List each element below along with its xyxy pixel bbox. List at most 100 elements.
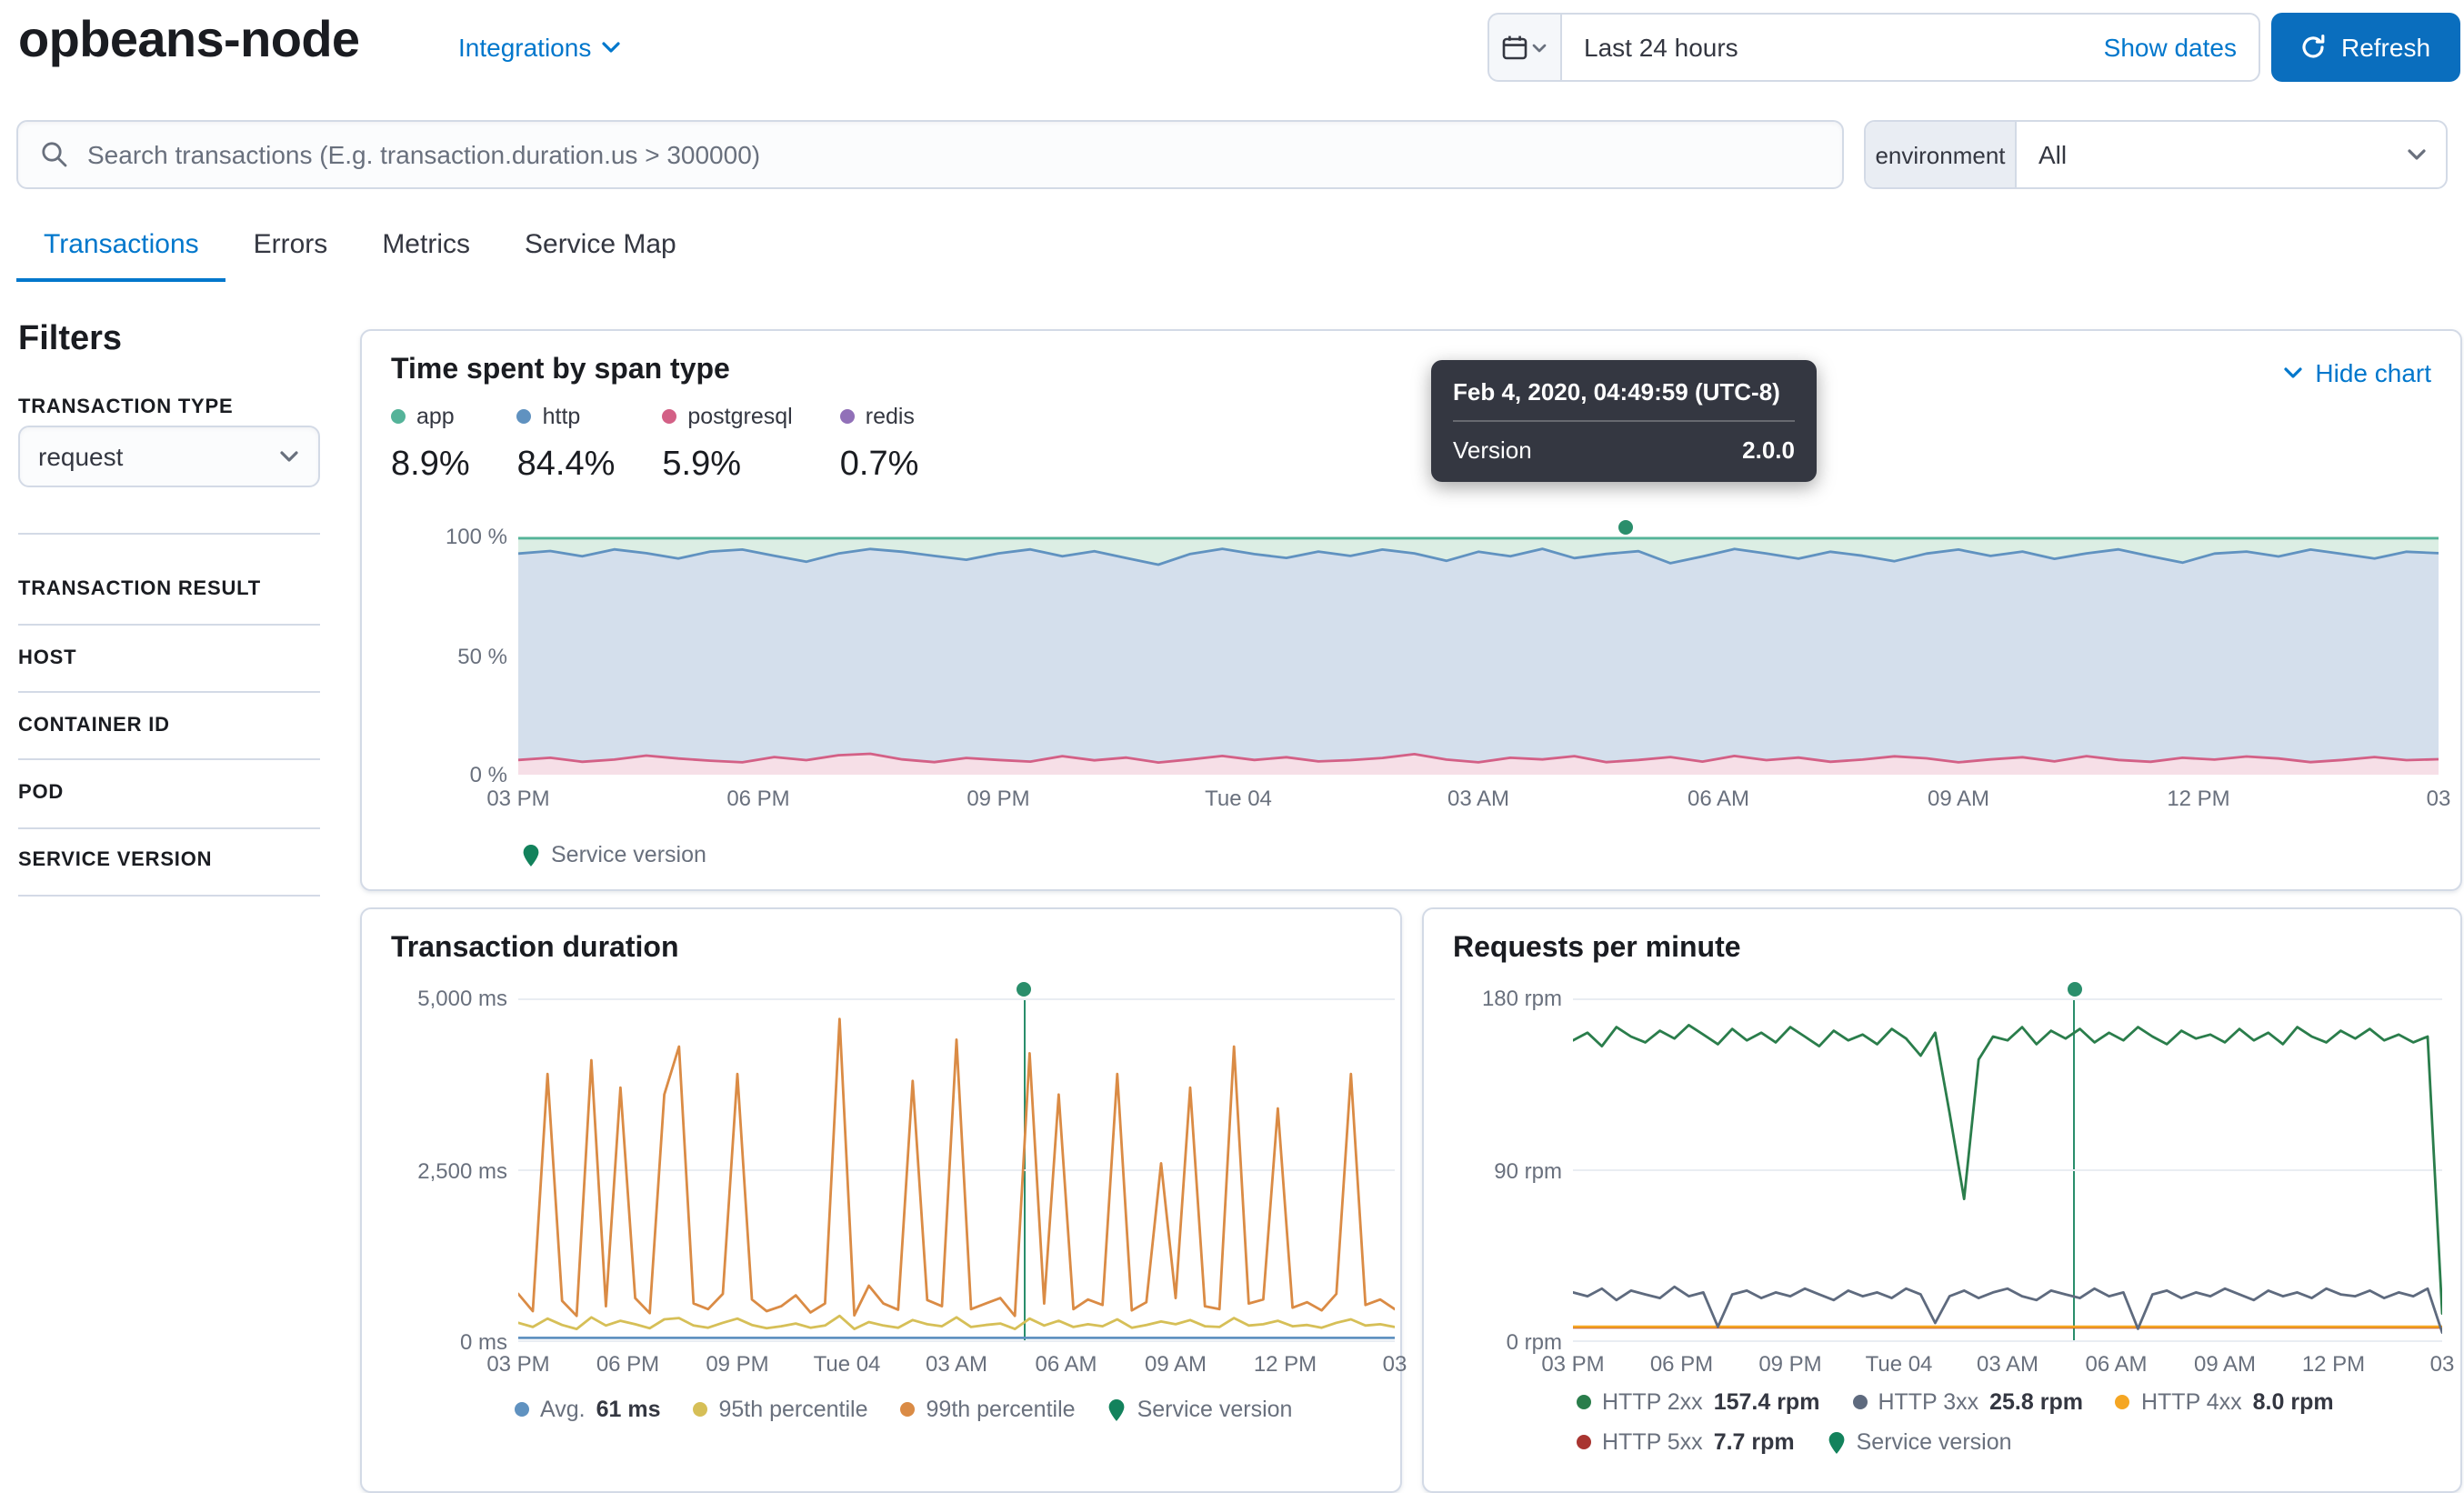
avg-dot bbox=[515, 1402, 529, 1417]
legend-http-2xx[interactable]: HTTP 2xx 157.4 rpm bbox=[1577, 1389, 1819, 1415]
filter-section-service-version[interactable]: SERVICE VERSION bbox=[18, 849, 212, 871]
legend-http-4xx[interactable]: HTTP 4xx 8.0 rpm bbox=[2115, 1389, 2334, 1415]
service-tabs: Transactions Errors Metrics Service Map bbox=[16, 218, 704, 282]
span-type-legend: app 8.9% http 84.4% postgresql 5.9% redi… bbox=[391, 404, 918, 486]
x-tick: Tue 04 bbox=[1865, 1351, 1933, 1377]
x-tick: 09 AM bbox=[1927, 786, 1990, 811]
x-tick: 09 PM bbox=[706, 1351, 769, 1377]
search-input[interactable] bbox=[84, 138, 1842, 171]
duration-legend: Avg. 61 ms 95th percentile 99th percentil… bbox=[515, 1397, 1292, 1422]
legend-service-version[interactable]: Service version bbox=[1828, 1429, 2012, 1455]
p95-dot bbox=[693, 1402, 708, 1417]
date-picker: Last 24 hours Show dates Refresh bbox=[1487, 13, 2460, 82]
x-tick: 06 PM bbox=[596, 1351, 660, 1377]
search-input-wrapper bbox=[16, 120, 1844, 189]
tab-service-map[interactable]: Service Map bbox=[497, 218, 704, 282]
x-tick: 03 PM bbox=[486, 1351, 550, 1377]
x-axis-labels: 03 PM 06 PM 09 PM Tue 04 03 AM 06 AM 09 AM 12 P… bbox=[486, 786, 2450, 815]
legend-95th-percentile[interactable]: 95th percentile bbox=[693, 1397, 868, 1422]
environment-select[interactable]: All bbox=[2017, 122, 2446, 187]
integrations-label: Integrations bbox=[458, 33, 592, 62]
postgresql-dot bbox=[662, 409, 677, 424]
legend-app[interactable]: app 8.9% bbox=[391, 404, 470, 486]
y-axis-labels: 100 % 50 % 0 % bbox=[376, 524, 507, 787]
date-range-field[interactable]: Last 24 hours Show dates bbox=[1560, 13, 2260, 82]
requests-per-minute-panel: Requests per minute 180 rpm 90 rpm 0 rpm 0… bbox=[1422, 907, 2462, 1493]
x-tick: 06 PM bbox=[1649, 1351, 1714, 1377]
x-tick: 03 PM bbox=[1541, 1351, 1605, 1377]
filters-sidebar: Filters TRANSACTION TYPE request TRANSAC… bbox=[18, 320, 320, 920]
tooltip-timestamp: Feb 4, 2020, 04:49:59 (UTC-8) bbox=[1453, 378, 1780, 406]
tab-metrics[interactable]: Metrics bbox=[355, 218, 497, 282]
http-5xx-value: 7.7 rpm bbox=[1713, 1429, 1795, 1455]
http-percentage: 84.4% bbox=[516, 446, 616, 484]
x-tick: 09 AM bbox=[2193, 1351, 2257, 1377]
app-percentage: 8.9% bbox=[391, 446, 470, 484]
x-tick: 06 AM bbox=[2085, 1351, 2148, 1377]
avg-value: 61 ms bbox=[596, 1397, 661, 1422]
x-tick: 09 PM bbox=[967, 786, 1030, 811]
filter-section-host[interactable]: HOST bbox=[18, 647, 76, 669]
divider bbox=[18, 827, 320, 829]
app-dot bbox=[391, 409, 406, 424]
transaction-duration-panel: Transaction duration 5,000 ms 2,500 ms 0 m… bbox=[360, 907, 1407, 1493]
y-tick: 5,000 ms bbox=[417, 986, 507, 1011]
legend-http[interactable]: http 84.4% bbox=[516, 404, 616, 486]
x-tick: 12 PM bbox=[2301, 1351, 2366, 1377]
legend-postgresql[interactable]: postgresql 5.9% bbox=[662, 404, 793, 486]
y-axis-labels: 180 rpm 90 rpm 0 rpm bbox=[1431, 986, 1562, 1355]
date-quick-select-button[interactable] bbox=[1487, 13, 1560, 82]
x-tick: 09 AM bbox=[1144, 1351, 1207, 1377]
refresh-label: Refresh bbox=[2340, 33, 2431, 62]
legend-avg[interactable]: Avg. 61 ms bbox=[515, 1397, 661, 1422]
legend-99th-percentile[interactable]: 99th percentile bbox=[900, 1397, 1076, 1422]
filter-section-pod[interactable]: POD bbox=[18, 782, 64, 804]
filter-section-container-id[interactable]: CONTAINER ID bbox=[18, 715, 170, 736]
divider bbox=[1453, 420, 1795, 422]
service-version-legend[interactable]: Service version bbox=[522, 842, 706, 867]
annotation-dot bbox=[1017, 982, 1032, 997]
hide-chart-button[interactable]: Hide chart bbox=[2282, 358, 2431, 387]
pin-icon bbox=[1828, 1430, 1846, 1454]
chevron-down-icon bbox=[280, 451, 298, 462]
transaction-duration-chart-plot[interactable] bbox=[518, 982, 1395, 1342]
transaction-type-select[interactable]: request bbox=[18, 426, 320, 487]
calendar-icon bbox=[1502, 35, 1527, 60]
legend-service-version[interactable]: Service version bbox=[1108, 1397, 1292, 1422]
chevron-down-icon bbox=[602, 42, 620, 53]
http-5xx-dot bbox=[1577, 1435, 1591, 1449]
http-dot bbox=[516, 409, 532, 424]
x-tick: 12 PM bbox=[1253, 1351, 1317, 1377]
panel-title: Time spent by span type bbox=[391, 355, 730, 386]
redis-dot bbox=[839, 409, 855, 424]
y-axis-labels: 5,000 ms 2,500 ms 0 ms bbox=[376, 986, 507, 1355]
tab-errors[interactable]: Errors bbox=[226, 218, 356, 282]
http-4xx-dot bbox=[2115, 1395, 2130, 1409]
legend-http-3xx[interactable]: HTTP 3xx 25.8 rpm bbox=[1852, 1389, 2083, 1415]
y-tick: 2,500 ms bbox=[417, 1157, 507, 1183]
annotation-dot bbox=[2067, 982, 2082, 997]
y-tick: 90 rpm bbox=[1494, 1157, 1562, 1183]
x-tick: 09 PM bbox=[1758, 1351, 1822, 1377]
apm-service-page: opbeans-node Integrations Last 24 hours … bbox=[0, 0, 2464, 1493]
span-type-chart-plot[interactable] bbox=[518, 520, 2439, 775]
legend-http-5xx[interactable]: HTTP 5xx 7.7 rpm bbox=[1577, 1429, 1795, 1455]
divider bbox=[18, 895, 320, 897]
legend-redis[interactable]: redis 0.7% bbox=[839, 404, 918, 486]
refresh-button[interactable]: Refresh bbox=[2271, 13, 2460, 82]
tooltip-label: Version bbox=[1453, 436, 1532, 464]
time-spent-by-span-type-panel: Time spent by span type Hide chart app 8… bbox=[360, 329, 2462, 891]
filter-section-transaction-result[interactable]: TRANSACTION RESULT bbox=[18, 578, 261, 600]
show-dates-button[interactable]: Show dates bbox=[2104, 33, 2259, 62]
x-tick: 03 PM bbox=[486, 786, 550, 811]
requests-per-minute-chart-plot[interactable] bbox=[1573, 982, 2442, 1342]
integrations-dropdown[interactable]: Integrations bbox=[458, 33, 622, 62]
search-icon bbox=[42, 142, 67, 167]
x-tick: 03 bbox=[1382, 1351, 1407, 1377]
x-tick: 12 PM bbox=[2167, 786, 2230, 811]
http-3xx-dot bbox=[1852, 1395, 1868, 1409]
x-tick: Tue 04 bbox=[1205, 786, 1272, 811]
http-2xx-dot bbox=[1577, 1395, 1591, 1409]
tab-transactions[interactable]: Transactions bbox=[16, 218, 226, 282]
chevron-down-icon bbox=[2408, 149, 2426, 160]
